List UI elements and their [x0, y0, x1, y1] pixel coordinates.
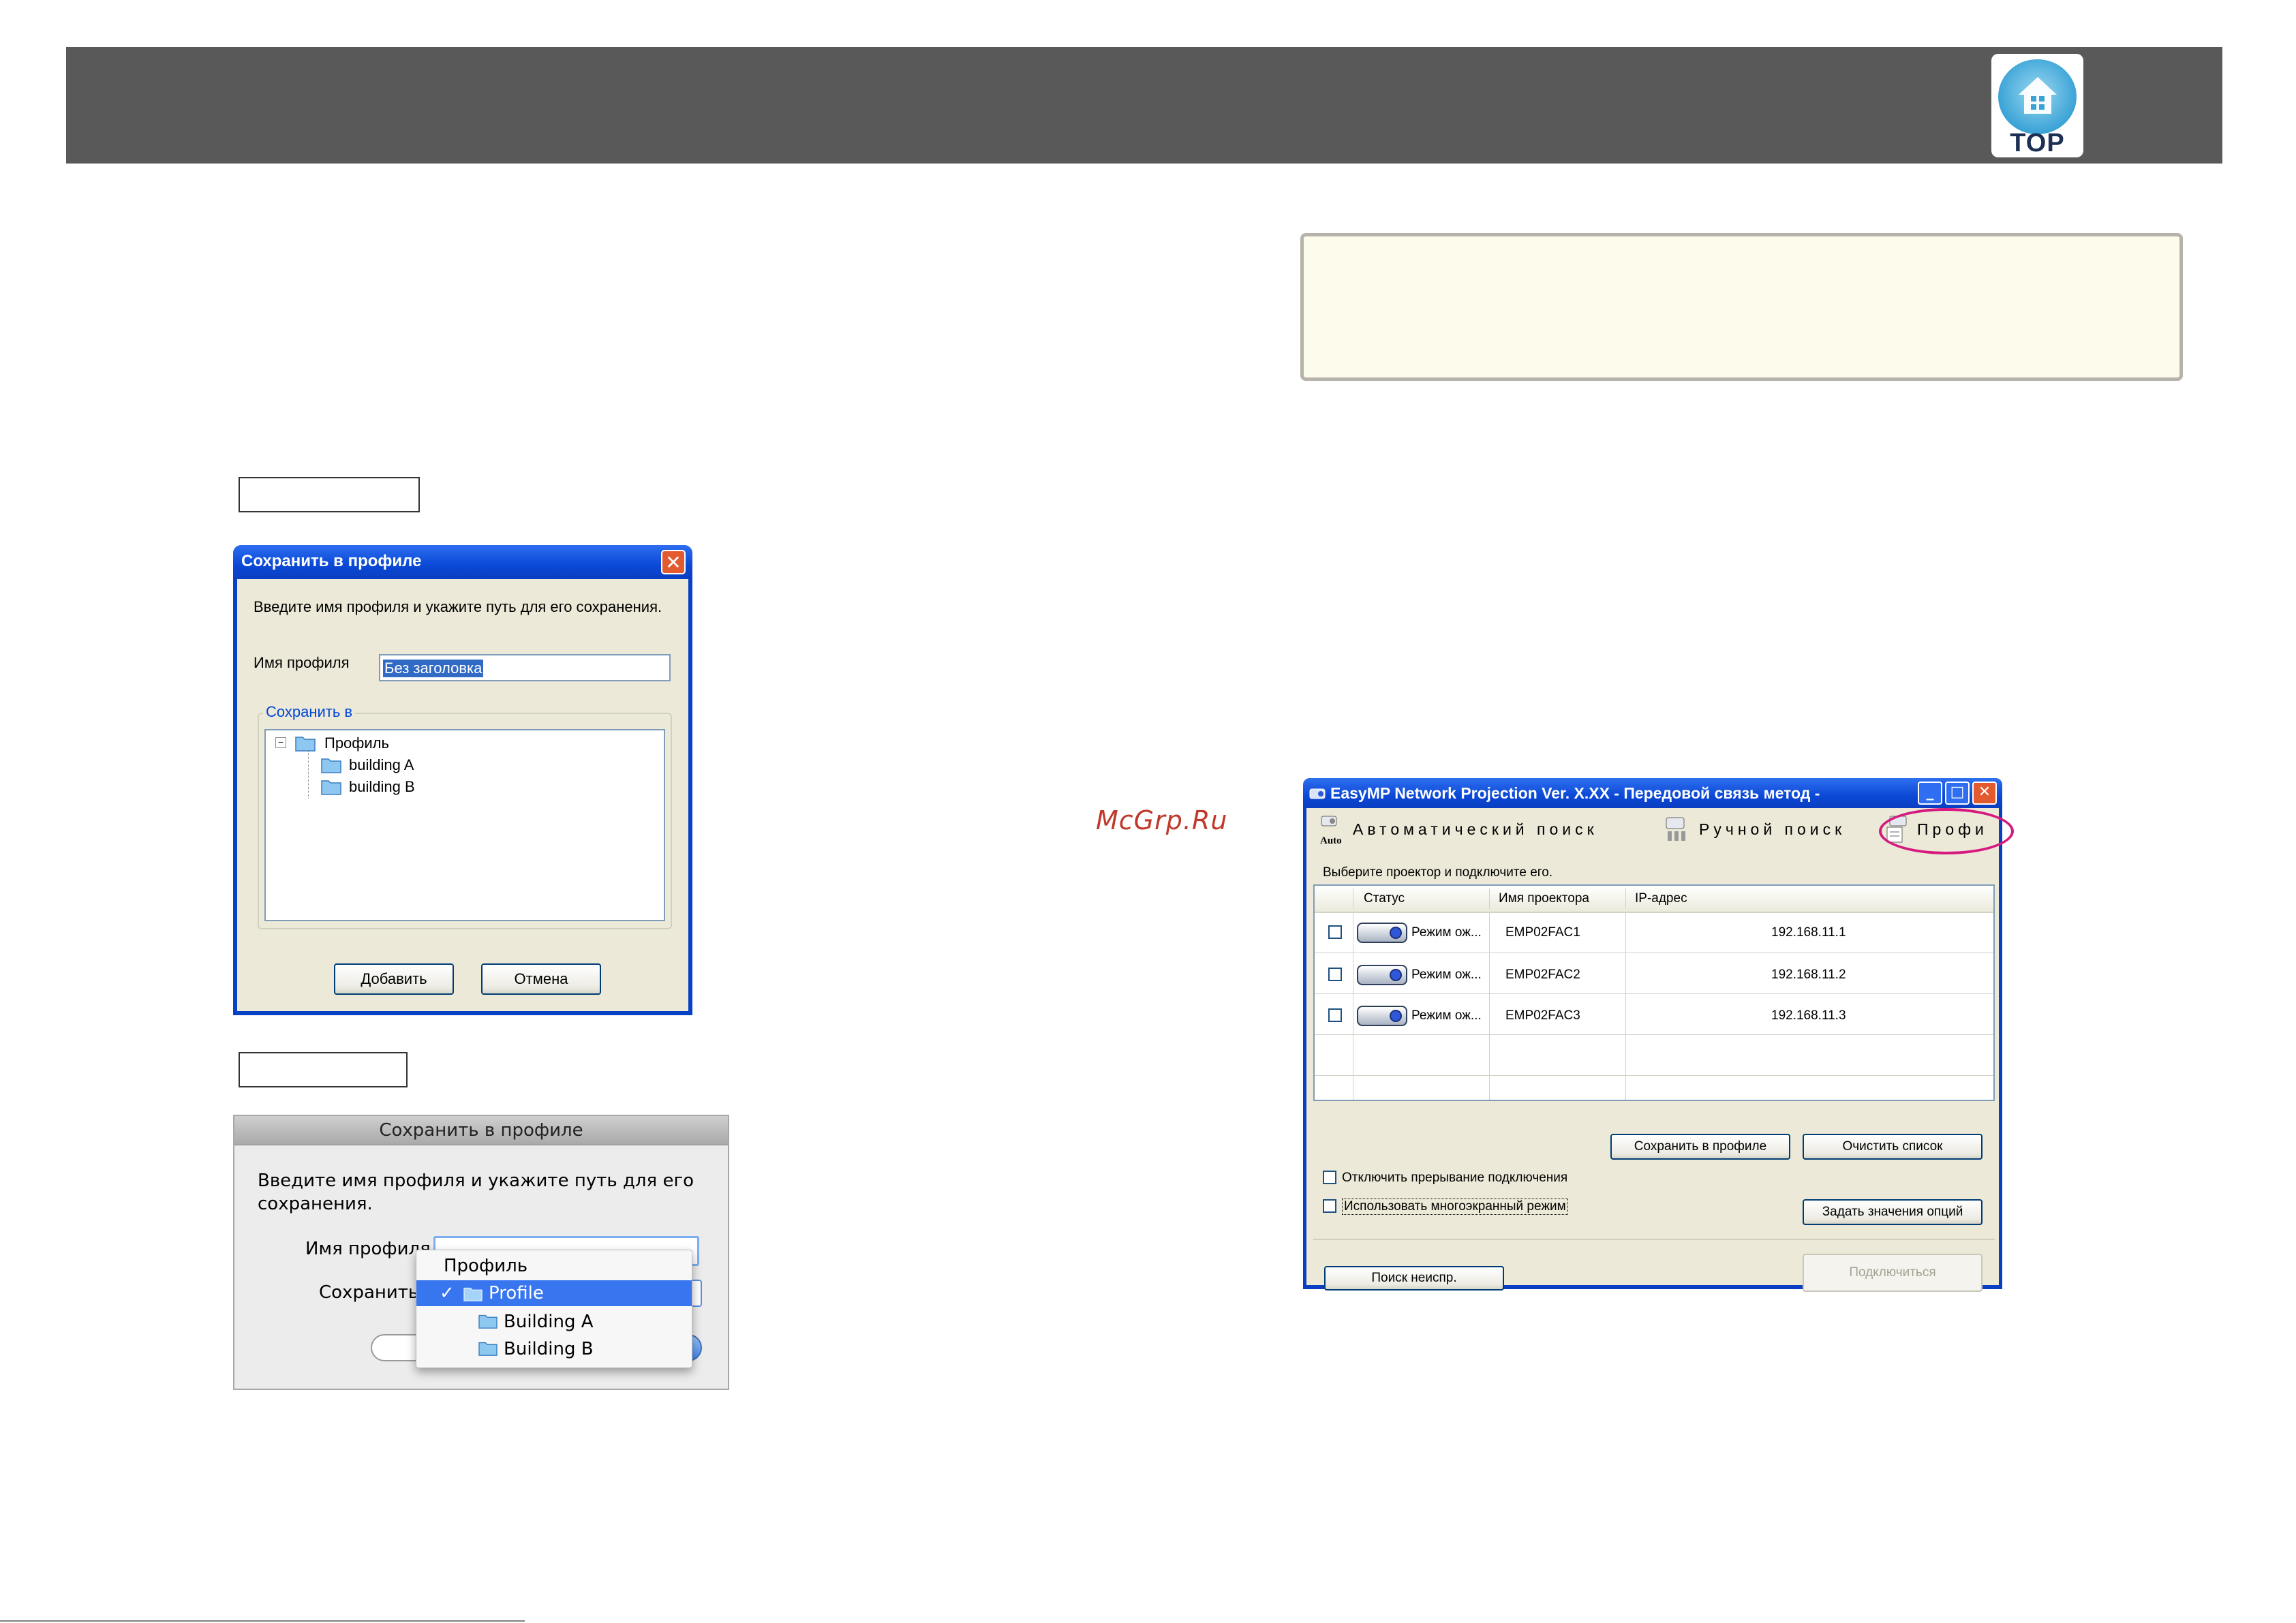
windows-label-box	[239, 477, 420, 512]
set-options-button[interactable]: Задать значения опций	[1803, 1199, 1983, 1225]
auto-search-button[interactable]: Автоматический поиск	[1353, 820, 1598, 839]
checkmark-icon: ✓	[440, 1283, 455, 1303]
menu-header: Профиль	[444, 1256, 528, 1276]
save-in-label: Сохранить в	[263, 703, 356, 721]
profile-name-input[interactable]: Без заголовка	[379, 654, 671, 681]
top-logo[interactable]: TOP	[1991, 54, 2083, 157]
cancel-button[interactable]: Отмена	[481, 963, 601, 995]
row-projector-name: EMP02FAC1	[1505, 925, 1580, 940]
connect-button[interactable]: Подключиться	[1803, 1254, 1983, 1292]
minimize-icon[interactable]: _	[1918, 782, 1942, 805]
profile-name-label: Имя профиля	[254, 654, 350, 671]
dialog-body: Введите имя профиля и укажите путь для е…	[237, 579, 688, 1011]
save-in-profile-button[interactable]: Сохранить в профиле	[1610, 1134, 1790, 1160]
column-header-status[interactable]: Статус	[1364, 891, 1405, 906]
windows-save-profile-dialog: Сохранить в профиле ✕ Введите имя профил…	[233, 545, 692, 1015]
menu-item-profile[interactable]: ✓ Profile	[416, 1280, 692, 1306]
row-projector-name: EMP02FAC2	[1505, 968, 1580, 982]
close-icon[interactable]: ✕	[1972, 782, 1997, 805]
close-icon[interactable]: ✕	[661, 550, 686, 574]
folder-tree[interactable]: − Профиль building A building B	[264, 729, 665, 921]
list-header: Статус Имя проектора IP-адрес	[1315, 886, 1993, 913]
folder-icon	[295, 737, 316, 752]
top-logo-text: TOP	[2010, 129, 2065, 157]
easymp-window: EasyMP Network Projection Ver. X.XX - Пе…	[1303, 778, 2014, 1292]
folder-icon	[321, 758, 341, 773]
table-row[interactable]: Режим ож... EMP02FAC2 192.168.11.2	[1315, 953, 1993, 993]
row-status: Режим ож...	[1411, 1008, 1482, 1023]
row-checkbox[interactable]	[1328, 968, 1342, 981]
clear-list-button[interactable]: Очистить список	[1803, 1134, 1983, 1160]
tree-line	[308, 751, 309, 799]
table-row[interactable]: Режим ож... EMP02FAC3 192.168.11.3	[1315, 993, 1993, 1034]
disable-interrupt-checkbox[interactable]	[1323, 1171, 1336, 1184]
multiscreen-checkbox[interactable]	[1323, 1199, 1336, 1213]
maximize-icon[interactable]: □	[1945, 782, 1970, 805]
column-header-name[interactable]: Имя проектора	[1499, 891, 1589, 906]
column-header-ip[interactable]: IP-адрес	[1635, 891, 1687, 906]
menu-item-label: Building B	[504, 1339, 594, 1359]
manual-search-icon	[1666, 817, 1685, 841]
tree-root-label[interactable]: Профиль	[324, 735, 389, 752]
projector-list[interactable]: Статус Имя проектора IP-адрес Режим ож..…	[1313, 884, 1995, 1101]
profile-name-value: Без заголовка	[383, 660, 484, 677]
mac-label-box	[239, 1052, 408, 1087]
row-checkbox[interactable]	[1328, 1008, 1342, 1022]
window-title: EasyMP Network Projection Ver. X.XX - Пе…	[1330, 784, 1820, 802]
disable-interrupt-label: Отключить прерывание подключения	[1342, 1171, 1568, 1185]
tree-item-building-b[interactable]: building B	[349, 778, 415, 796]
window-title-bar[interactable]: EasyMP Network Projection Ver. X.XX - Пе…	[1303, 778, 2002, 808]
row-checkbox[interactable]	[1328, 925, 1342, 939]
instruction-text: Выберите проектор и подключите его.	[1323, 865, 1553, 880]
menu-item-building-b[interactable]: Building B	[416, 1335, 692, 1362]
note-box	[1300, 233, 2183, 381]
home-icon	[2019, 77, 2057, 114]
row-projector-name: EMP02FAC3	[1505, 1008, 1580, 1023]
header-bar	[66, 47, 2222, 164]
row-ip: 192.168.11.3	[1771, 1008, 1846, 1023]
row-status: Режим ож...	[1411, 968, 1482, 982]
folder-icon	[478, 1342, 498, 1356]
tree-item-building-a[interactable]: building A	[349, 756, 414, 774]
projector-icon	[1357, 965, 1407, 985]
folder-icon	[463, 1287, 483, 1301]
search-unused-button[interactable]: Поиск неиспр.	[1324, 1266, 1504, 1290]
profile-name-label: Имя профиля	[305, 1239, 431, 1259]
multiscreen-label: Использовать многоэкранный режим	[1342, 1199, 1568, 1215]
menu-item-label: Profile	[489, 1283, 544, 1303]
manual-search-button[interactable]: Ручной поиск	[1699, 820, 1846, 839]
dialog-title: Сохранить в профиле	[241, 552, 422, 570]
window-body: Auto Автоматический поиск Ручной поиск П…	[1306, 808, 2014, 1292]
menu-item-label: Building A	[504, 1312, 594, 1332]
row-ip: 192.168.11.2	[1771, 968, 1846, 982]
highlight-ellipse	[1879, 808, 2014, 854]
projector-icon	[1357, 1006, 1407, 1026]
row-ip: 192.168.11.1	[1771, 925, 1846, 940]
dialog-instruction-line2: сохранения.	[258, 1194, 373, 1214]
menu-item-building-a[interactable]: Building A	[416, 1308, 692, 1335]
dialog-title: Сохранить в профиле	[234, 1116, 728, 1145]
folder-icon	[321, 780, 341, 795]
app-icon	[1309, 788, 1326, 799]
folder-icon	[478, 1314, 498, 1329]
watermark: McGrp.Ru	[1096, 805, 1228, 835]
save-location-menu: Профиль ✓ Profile Building A Building B	[416, 1250, 692, 1368]
footer-rule	[0, 1620, 525, 1622]
dialog-title-bar[interactable]: Сохранить в профиле ✕	[233, 545, 692, 579]
row-status: Режим ож...	[1411, 925, 1482, 940]
divider	[1313, 1239, 1995, 1240]
table-row[interactable]: Режим ож... EMP02FAC1 192.168.11.1	[1315, 912, 1993, 953]
dialog-instruction-line1: Введите имя профиля и укажите путь для е…	[258, 1171, 694, 1191]
auto-badge: Auto	[1320, 835, 1342, 846]
projector-icon	[1357, 923, 1407, 943]
auto-search-icon	[1321, 816, 1337, 826]
add-button[interactable]: Добавить	[334, 963, 454, 995]
save-label: Сохранить	[319, 1282, 419, 1303]
dialog-instruction: Введите имя профиля и укажите путь для е…	[254, 598, 662, 615]
collapse-icon[interactable]: −	[275, 737, 286, 748]
